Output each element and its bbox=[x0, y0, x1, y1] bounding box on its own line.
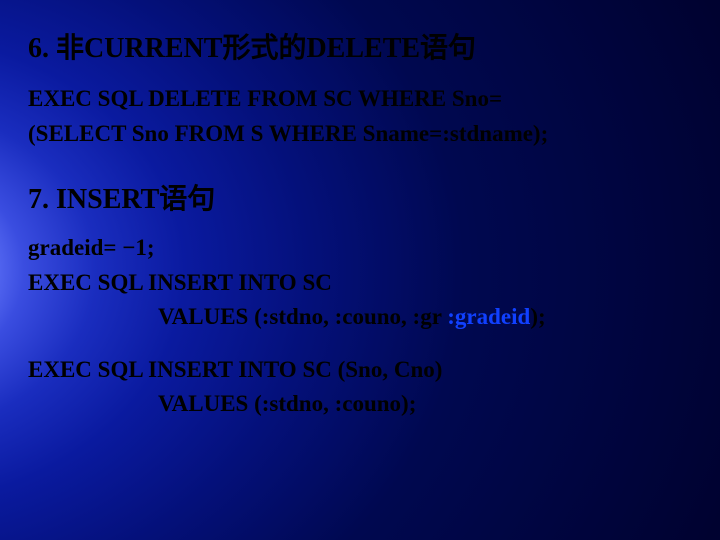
insert-line1: gradeid= −1; bbox=[28, 231, 690, 266]
spacer bbox=[28, 335, 690, 353]
insert-line2: EXEC SQL INSERT INTO SC bbox=[28, 266, 690, 301]
insert-line3-highlight: :gradeid bbox=[447, 304, 530, 329]
delete-line2: (SELECT Sno FROM S WHERE Sname=:stdname)… bbox=[28, 117, 690, 152]
insert-line3: VALUES (:stdno, :couno, :gr :gradeid); bbox=[28, 300, 690, 335]
heading-insert: 7. INSERT语句 bbox=[28, 177, 690, 217]
insert-line3-part3: ); bbox=[530, 304, 545, 329]
heading-delete: 6. 非CURRENT形式的DELETE语句 bbox=[28, 26, 690, 66]
delete-line1: EXEC SQL DELETE FROM SC WHERE Sno= bbox=[28, 82, 690, 117]
insert-line3-part1: VALUES (:stdno, :couno, :gr bbox=[158, 304, 447, 329]
insert-line5: VALUES (:stdno, :couno); bbox=[28, 387, 690, 422]
insert-line4: EXEC SQL INSERT INTO SC (Sno, Cno) bbox=[28, 353, 690, 388]
slide: 6. 非CURRENT形式的DELETE语句 EXEC SQL DELETE F… bbox=[0, 0, 720, 540]
